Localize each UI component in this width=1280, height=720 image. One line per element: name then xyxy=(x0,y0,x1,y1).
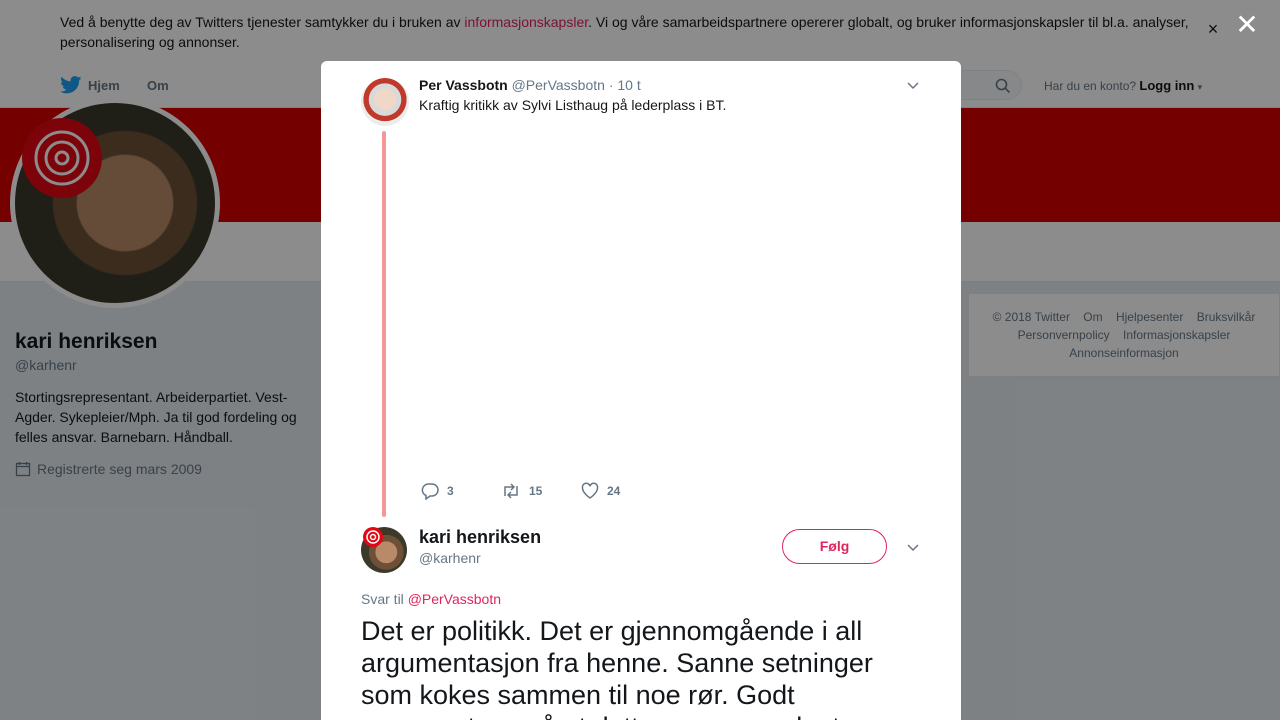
reply-tweet-text: Det er politikk. Det er gjennomgående i … xyxy=(361,616,873,720)
tweet-author-handle[interactable]: @PerVassbotn xyxy=(512,77,605,93)
reply-button[interactable]: 3 xyxy=(421,482,501,500)
tweet-text: Kraftig kritikk av Sylvi Listhaug på led… xyxy=(419,97,727,113)
rose-logo-icon xyxy=(363,527,383,547)
tweet-actions: 3 15 24 xyxy=(421,482,661,500)
close-icon[interactable]: ✕ xyxy=(1234,11,1260,39)
like-count: 24 xyxy=(607,484,621,498)
chevron-down-icon[interactable] xyxy=(906,540,920,554)
retweet-icon xyxy=(504,483,518,499)
tweet-time[interactable]: · 10 t xyxy=(609,77,641,93)
retweet-button[interactable]: 15 xyxy=(501,482,581,500)
reply-author-handle[interactable]: @karhenr xyxy=(419,550,481,566)
reply-context: Svar til @PerVassbotn xyxy=(361,591,501,607)
tweet-author-avatar[interactable] xyxy=(361,78,409,126)
reply-to-link[interactable]: @PerVassbotn xyxy=(408,591,501,607)
thread-connector xyxy=(382,131,386,517)
reply-icon xyxy=(421,483,439,500)
chevron-down-icon[interactable] xyxy=(906,78,920,92)
reply-count: 3 xyxy=(447,484,454,498)
reply-author-name[interactable]: kari henriksen xyxy=(419,527,541,548)
retweet-count: 15 xyxy=(529,484,543,498)
tweet-header: Per Vassbotn @PerVassbotn · 10 t xyxy=(419,77,641,93)
reply-to-label: Svar til xyxy=(361,591,404,607)
tweet-modal: Per Vassbotn @PerVassbotn · 10 t Kraftig… xyxy=(321,61,961,720)
follow-button[interactable]: Følg xyxy=(782,529,887,564)
tweet-author-name[interactable]: Per Vassbotn xyxy=(419,77,508,93)
like-button[interactable]: 24 xyxy=(581,482,661,500)
heart-icon xyxy=(581,482,599,499)
